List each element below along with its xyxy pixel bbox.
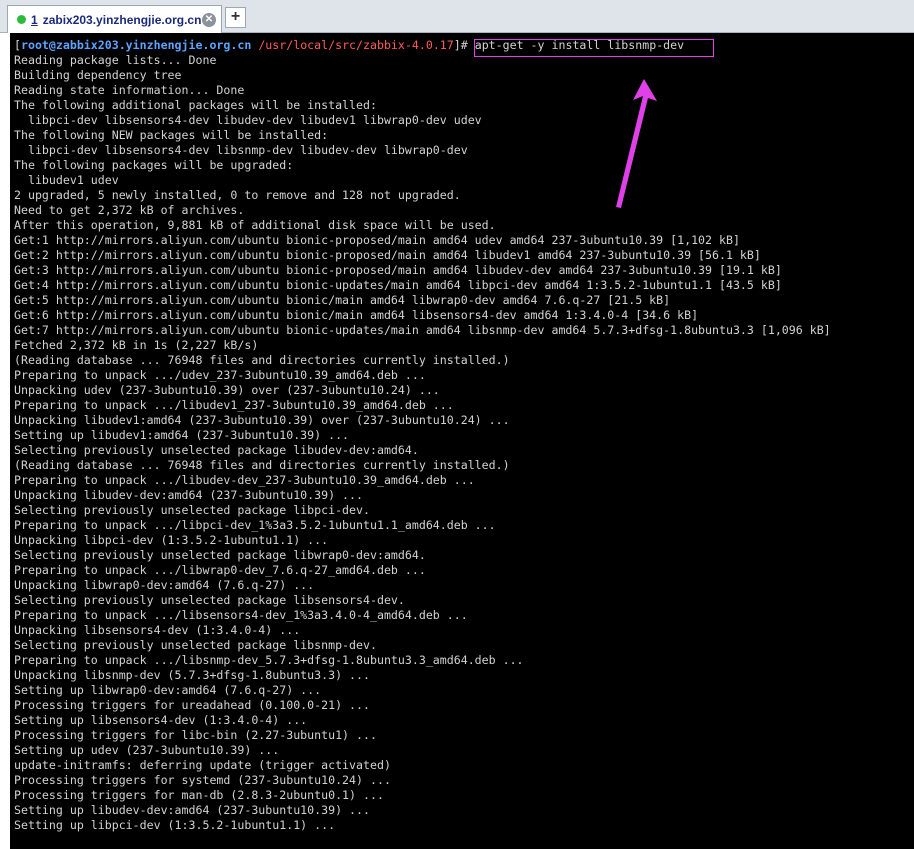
output-line: Selecting previously unselected package … (14, 503, 370, 517)
output-line: Get:7 http://mirrors.aliyun.com/ubuntu b… (14, 323, 831, 337)
output-line: Unpacking libsensors4-dev (1:3.4.0-4) ..… (14, 623, 301, 637)
output-line: Unpacking libwrap0-dev:amd64 (7.6.q-27) … (14, 578, 315, 592)
output-line: (Reading database ... 76948 files and di… (14, 458, 510, 472)
output-line: Preparing to unpack .../udev_237-3ubuntu… (14, 368, 426, 382)
annotation-arrow-icon (616, 79, 657, 208)
output-line: After this operation, 9,881 kB of additi… (14, 218, 496, 232)
output-line: Unpacking libudev1:amd64 (237-3ubuntu10.… (14, 413, 510, 427)
prompt-open-bracket: [ (14, 38, 21, 52)
connection-status-icon (17, 15, 26, 24)
output-line: Selecting previously unselected package … (14, 443, 419, 457)
output-line: Selecting previously unselected package … (14, 548, 426, 562)
output-line: Unpacking udev (237-3ubuntu10.39) over (… (14, 383, 440, 397)
output-line: Selecting previously unselected package … (14, 593, 405, 607)
output-line: Setting up libwrap0-dev:amd64 (7.6.q-27)… (14, 683, 322, 697)
output-line: Setting up libpci-dev (1:3.5.2-1ubuntu1.… (14, 818, 336, 832)
output-line: Processing triggers for ureadahead (0.10… (14, 698, 370, 712)
command-output: Reading package lists... Done Building de… (14, 53, 831, 833)
output-line: Unpacking libudev-dev:amd64 (237-3ubuntu… (14, 488, 364, 502)
plus-icon[interactable]: + (225, 7, 246, 28)
tab-title: zabix203.yinzhengjie.org.cn (42, 12, 202, 27)
output-line: libpci-dev libsensors4-dev libsnmp-dev l… (14, 143, 468, 157)
output-line: The following NEW packages will be insta… (14, 128, 329, 142)
terminal-window[interactable]: [root@zabbix203.yinzhengjie.org.cn /usr/… (10, 33, 914, 849)
tab-bar: 1 zabix203.yinzhengjie.org.cn ✕ + (0, 0, 914, 33)
output-line: Get:5 http://mirrors.aliyun.com/ubuntu b… (14, 293, 671, 307)
output-line: libudev1 udev (14, 173, 119, 187)
output-line: Get:3 http://mirrors.aliyun.com/ubuntu b… (14, 263, 782, 277)
output-line: (Reading database ... 76948 files and di… (14, 353, 510, 367)
output-line: libpci-dev libsensors4-dev libudev-dev l… (14, 113, 482, 127)
output-line: update-initramfs: deferring update (trig… (14, 758, 391, 772)
prompt-path: /usr/local/src/zabbix-4.0.17 (258, 38, 454, 52)
output-line: Processing triggers for libc-bin (2.27-3… (14, 728, 377, 742)
output-line: Preparing to unpack .../libudev-dev_237-… (14, 473, 475, 487)
output-line: Need to get 2,372 kB of archives. (14, 203, 245, 217)
output-line: Building dependency tree (14, 68, 182, 82)
output-line: Get:2 http://mirrors.aliyun.com/ubuntu b… (14, 248, 761, 262)
tab-number: 1 (31, 12, 38, 27)
output-line: Selecting previously unselected package … (14, 638, 377, 652)
output-line: Preparing to unpack .../libwrap0-dev_7.6… (14, 563, 426, 577)
output-line: Preparing to unpack .../libpci-dev_1%3a3… (14, 518, 496, 532)
prompt-user-host: root@zabbix203.yinzhengjie.org.cn (20, 38, 252, 52)
output-line: 2 upgraded, 5 newly installed, 0 to remo… (14, 188, 461, 202)
output-line: Preparing to unpack .../libudev1_237-3ub… (14, 398, 454, 412)
output-line: Setting up libudev-dev:amd64 (237-3ubunt… (14, 803, 370, 817)
session-tab[interactable]: 1 zabix203.yinzhengjie.org.cn ✕ (7, 5, 222, 33)
output-line: Unpacking libpci-dev (1:3.5.2-1ubuntu1.1… (14, 533, 329, 547)
output-line: Fetched 2,372 kB in 1s (2,227 kB/s) (14, 338, 259, 352)
output-line: Get:6 http://mirrors.aliyun.com/ubuntu b… (14, 308, 699, 322)
prompt-symbol: # (460, 38, 475, 52)
output-line: Preparing to unpack .../libsensors4-dev_… (14, 608, 468, 622)
window-border (0, 33, 10, 849)
output-line: Setting up libsensors4-dev (1:3.4.0-4) .… (14, 713, 308, 727)
output-line: Processing triggers for man-db (2.8.3-2u… (14, 788, 384, 802)
command-highlight-box (474, 39, 714, 57)
output-line: Unpacking libsnmp-dev (5.7.3+dfsg-1.8ubu… (14, 668, 370, 682)
output-line: Setting up udev (237-3ubuntu10.39) ... (14, 743, 280, 757)
output-line: Get:4 http://mirrors.aliyun.com/ubuntu b… (14, 278, 782, 292)
close-icon[interactable]: ✕ (202, 12, 216, 27)
output-line: Preparing to unpack .../libsnmp-dev_5.7.… (14, 653, 524, 667)
terminal-output: [root@zabbix203.yinzhengjie.org.cn /usr/… (14, 38, 831, 833)
output-line: Processing triggers for systemd (237-3ub… (14, 773, 391, 787)
output-line: Get:1 http://mirrors.aliyun.com/ubuntu b… (14, 233, 740, 247)
output-line: The following packages will be upgraded: (14, 158, 294, 172)
output-line: Setting up libudev1:amd64 (237-3ubuntu10… (14, 428, 350, 442)
prompt-close-bracket: ] (453, 38, 461, 52)
output-line: Reading state information... Done (14, 83, 245, 97)
output-line: The following additional packages will b… (14, 98, 377, 112)
